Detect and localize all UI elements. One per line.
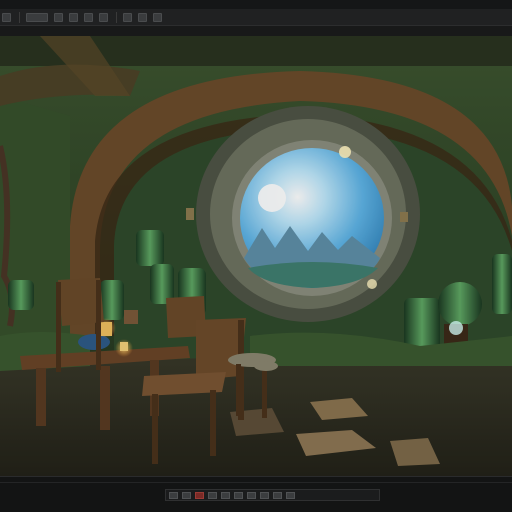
next-icon[interactable]	[234, 491, 243, 499]
secondary-toolbar	[0, 26, 512, 36]
play-icon[interactable]	[208, 491, 217, 499]
export-icon[interactable]	[153, 12, 162, 22]
layer-icon[interactable]	[69, 12, 78, 22]
zoom-out-icon[interactable]	[273, 491, 282, 499]
canvas-image	[0, 36, 512, 476]
brush-icon[interactable]	[84, 12, 93, 22]
app-window	[0, 0, 512, 512]
zoom-icon[interactable]	[123, 12, 132, 22]
toolbar-separator	[19, 11, 20, 23]
image-icon[interactable]	[54, 12, 63, 22]
toolbar	[0, 9, 512, 26]
prev-icon[interactable]	[169, 491, 178, 499]
statusbar-divider	[0, 482, 512, 483]
playback-controls	[165, 489, 380, 501]
zoom-in-icon[interactable]	[286, 491, 295, 499]
stop-icon[interactable]	[221, 491, 230, 499]
record-icon[interactable]	[195, 491, 204, 499]
loop-icon[interactable]	[247, 491, 256, 499]
color-icon[interactable]	[99, 12, 108, 22]
timeline-icon[interactable]	[260, 491, 269, 499]
toolbar-separator	[116, 11, 117, 23]
view-icon[interactable]	[138, 12, 147, 22]
statusbar	[0, 476, 512, 512]
frame-icon[interactable]	[182, 491, 191, 499]
file-icon[interactable]	[26, 12, 48, 22]
app-menu-icon[interactable]	[2, 12, 11, 22]
canvas-viewport[interactable]	[0, 36, 512, 476]
